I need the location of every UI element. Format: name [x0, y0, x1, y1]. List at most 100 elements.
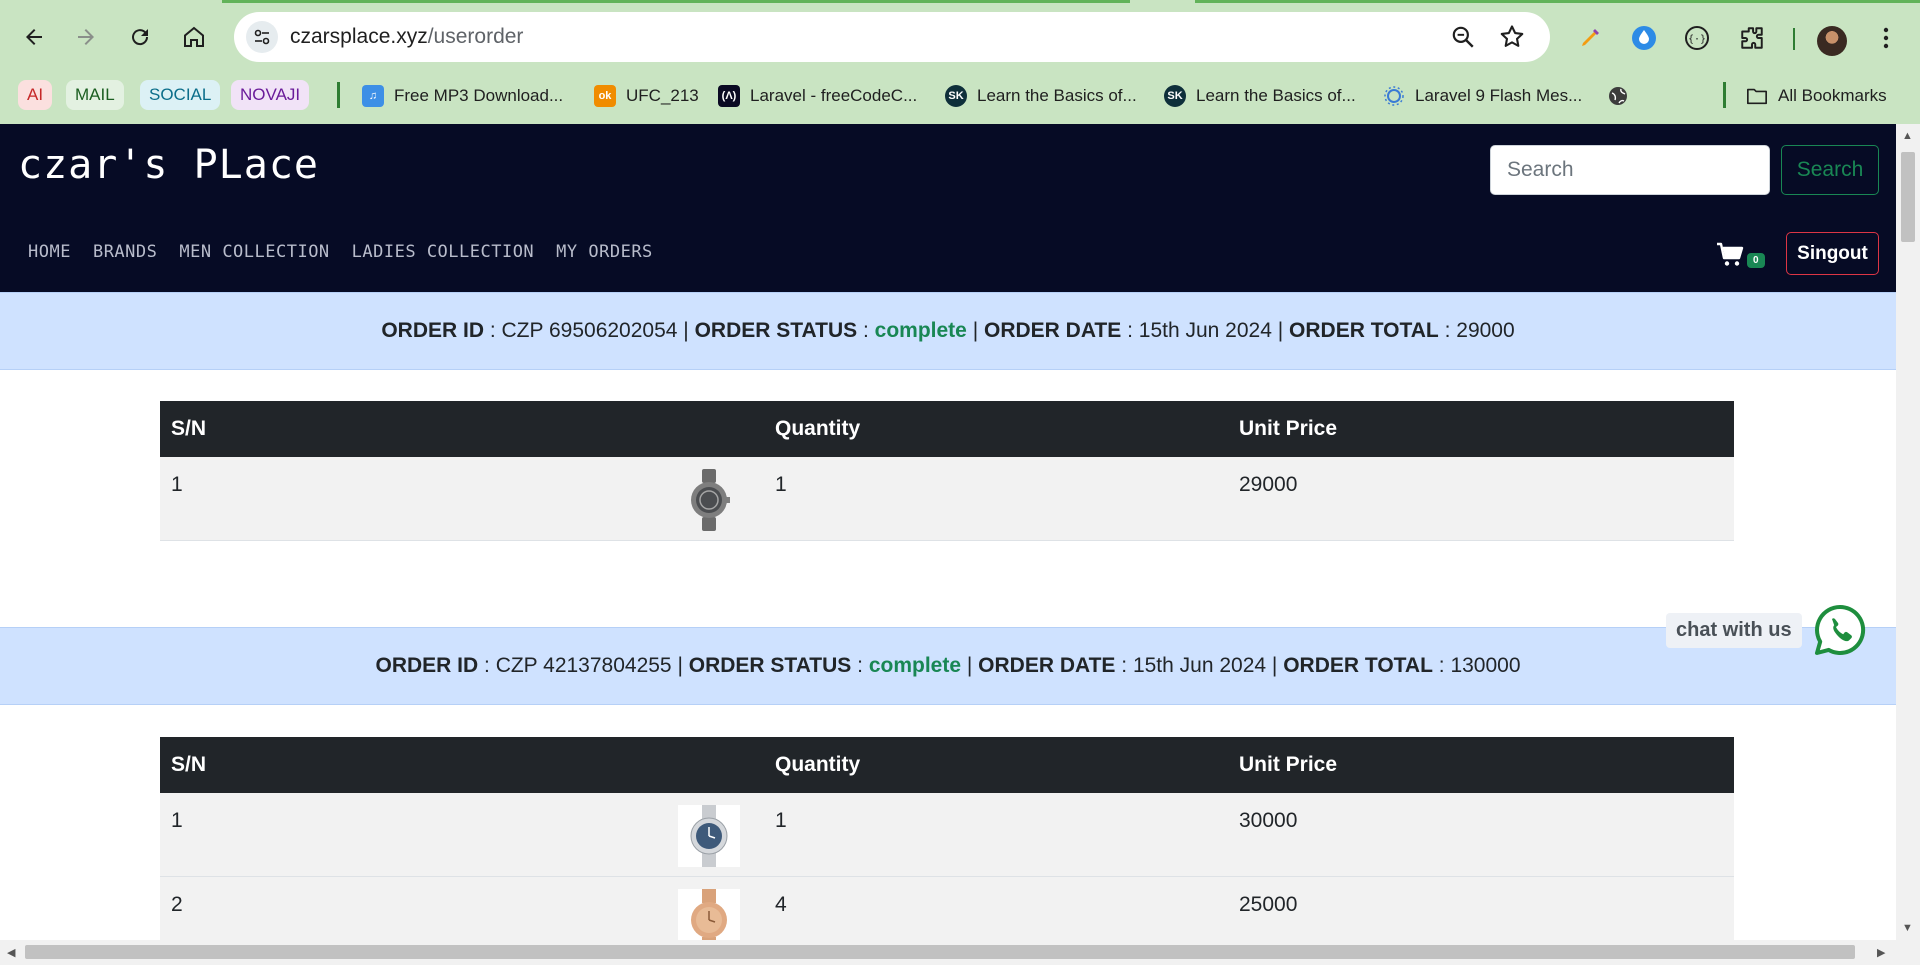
chat-widget[interactable]: chat with us — [1666, 602, 1868, 658]
bookmark-label: Laravel 9 Flash Mes... — [1415, 86, 1583, 105]
order-total-value: 130000 — [1450, 654, 1521, 677]
separator: : — [857, 319, 875, 342]
header-image — [414, 737, 764, 793]
product-watch-image[interactable] — [678, 805, 740, 867]
brand-logo[interactable]: czar's PLace — [18, 142, 319, 188]
nav-ladies-collection[interactable]: LADIES COLLECTION — [352, 242, 535, 262]
ok-icon: ok — [594, 85, 616, 107]
separator: | — [961, 654, 979, 677]
all-bookmarks-button[interactable]: All Bookmarks — [1746, 81, 1887, 111]
cart-icon — [1717, 242, 1744, 266]
separator: : — [1438, 319, 1457, 342]
folder-icon — [1746, 85, 1768, 107]
freecodecamp-icon: (Λ) — [718, 85, 740, 107]
product-watch-image[interactable] — [678, 469, 740, 531]
separator: : — [1121, 319, 1139, 342]
zoom-icon[interactable] — [1450, 24, 1476, 50]
bookmark-item[interactable]: Laravel 9 Flash Mes... — [1383, 81, 1582, 111]
table-row: 1 1 30000 — [160, 793, 1734, 877]
globe-icon — [1607, 85, 1629, 107]
address-bar[interactable]: czarsplace.xyz/userorder — [234, 12, 1550, 62]
drop-extension-icon[interactable] — [1630, 24, 1658, 52]
site-header: czar's PLace Search HOME BRANDS MEN COLL… — [0, 124, 1896, 292]
arrow-left-icon — [26, 29, 42, 45]
cart-count-badge: 0 — [1747, 252, 1765, 268]
signout-button[interactable]: Singout — [1786, 232, 1879, 275]
bookmark-item[interactable]: SK Learn the Basics of... — [1164, 81, 1356, 111]
gear-bulb-icon — [1383, 85, 1405, 107]
header-unit-price: Unit Price — [1228, 401, 1734, 457]
header-image — [414, 401, 764, 457]
bookmark-item[interactable]: (Λ) Laravel - freeCodeC... — [718, 81, 917, 111]
site-info-icon[interactable] — [246, 21, 278, 53]
order-date-value: 15th Jun 2024 — [1132, 654, 1267, 677]
table-row: 2 4 25000 — [160, 876, 1734, 940]
bookmark-label: Laravel - freeCodeC... — [750, 86, 918, 105]
order-total-label: ORDER TOTAL — [1283, 654, 1433, 677]
cart-button[interactable]: 0 — [1716, 242, 1765, 268]
bookmark-item[interactable]: ok UFC_213 — [594, 81, 699, 111]
back-button[interactable] — [16, 19, 52, 55]
kebab-menu-icon[interactable] — [1872, 24, 1900, 52]
url-host: czarsplace.xyz — [290, 25, 428, 48]
url-text[interactable]: czarsplace.xyz/userorder — [290, 25, 523, 49]
bookmarks-bar: AI MAIL SOCIAL NOVAJI ♫ Free MP3 Downloa… — [0, 76, 1920, 116]
reload-icon — [132, 29, 149, 46]
bookmark-star-icon[interactable] — [1498, 23, 1526, 51]
bookmark-folder-mail[interactable]: MAIL — [66, 80, 124, 110]
cell-unit-price: 29000 — [1228, 457, 1734, 541]
order-status-value: complete — [868, 654, 962, 677]
bookmark-item[interactable]: ♫ Free MP3 Download... — [362, 81, 563, 111]
bookmark-item[interactable] — [1607, 81, 1639, 111]
nav-home[interactable]: HOME — [28, 242, 71, 262]
nav-brands[interactable]: BRANDS — [93, 242, 157, 262]
bookmark-folder-ai[interactable]: AI — [18, 80, 53, 110]
nav-men-collection[interactable]: MEN COLLECTION — [179, 242, 329, 262]
order-date-label: ORDER DATE — [983, 319, 1122, 342]
scroll-right-arrow-icon[interactable]: ▶ — [1877, 946, 1885, 959]
scroll-down-arrow-icon[interactable]: ▼ — [1902, 922, 1913, 934]
vertical-scroll-thumb[interactable] — [1901, 152, 1915, 242]
search-input[interactable] — [1490, 145, 1770, 195]
order-status-value: complete — [874, 319, 967, 342]
home-button[interactable] — [176, 19, 212, 55]
search-button[interactable]: Search — [1781, 145, 1879, 195]
sk-icon: SK — [945, 85, 967, 107]
vertical-scrollbar[interactable]: ▲ ▼ — [1896, 124, 1920, 940]
browser-chrome: czarsplace.xyz/userorder {·} AI MAIL SOC… — [0, 0, 1920, 124]
horizontal-scrollbar[interactable]: ◀ ▶ — [0, 940, 1920, 965]
profile-avatar[interactable] — [1817, 26, 1847, 56]
table-row: 1 1 29000 — [160, 457, 1734, 541]
scroll-left-arrow-icon[interactable]: ◀ — [7, 946, 15, 959]
bookmark-folder-novaji[interactable]: NOVAJI — [231, 80, 310, 110]
bookmark-label: Learn the Basics of... — [1196, 86, 1356, 105]
order-id-value: CZP 42137804255 — [495, 654, 672, 677]
tab-indicator — [222, 0, 1130, 3]
reload-button[interactable] — [122, 19, 158, 55]
pen-extension-icon[interactable] — [1576, 24, 1604, 52]
separator: | — [677, 319, 695, 342]
cell-unit-price: 25000 — [1228, 876, 1734, 940]
sk-icon: SK — [1164, 85, 1186, 107]
whatsapp-icon[interactable] — [1812, 602, 1868, 658]
page-viewport: czar's PLace Search HOME BRANDS MEN COLL… — [0, 124, 1896, 940]
separator: | — [671, 654, 689, 677]
horizontal-scroll-thumb[interactable] — [25, 945, 1855, 959]
extensions-puzzle-icon[interactable] — [1738, 24, 1766, 52]
chat-label[interactable]: chat with us — [1666, 612, 1802, 648]
cell-image — [414, 457, 764, 541]
order-date-label: ORDER DATE — [978, 654, 1116, 677]
forward-button[interactable] — [68, 19, 104, 55]
separator: : — [1432, 654, 1451, 677]
product-watch-image[interactable] — [678, 888, 740, 941]
order-date-value: 15th Jun 2024 — [1138, 319, 1272, 342]
nav-my-orders[interactable]: MY ORDERS — [556, 242, 653, 262]
bookmark-folder-social[interactable]: SOCIAL — [140, 80, 221, 110]
separator: : — [484, 319, 502, 342]
code-extension-icon[interactable]: {·} — [1683, 24, 1711, 52]
music-note-icon: ♫ — [362, 85, 384, 107]
header-sn: S/N — [160, 401, 414, 457]
separator: : — [1115, 654, 1133, 677]
bookmark-item[interactable]: SK Learn the Basics of... — [945, 81, 1137, 111]
scroll-up-arrow-icon[interactable]: ▲ — [1902, 130, 1913, 142]
